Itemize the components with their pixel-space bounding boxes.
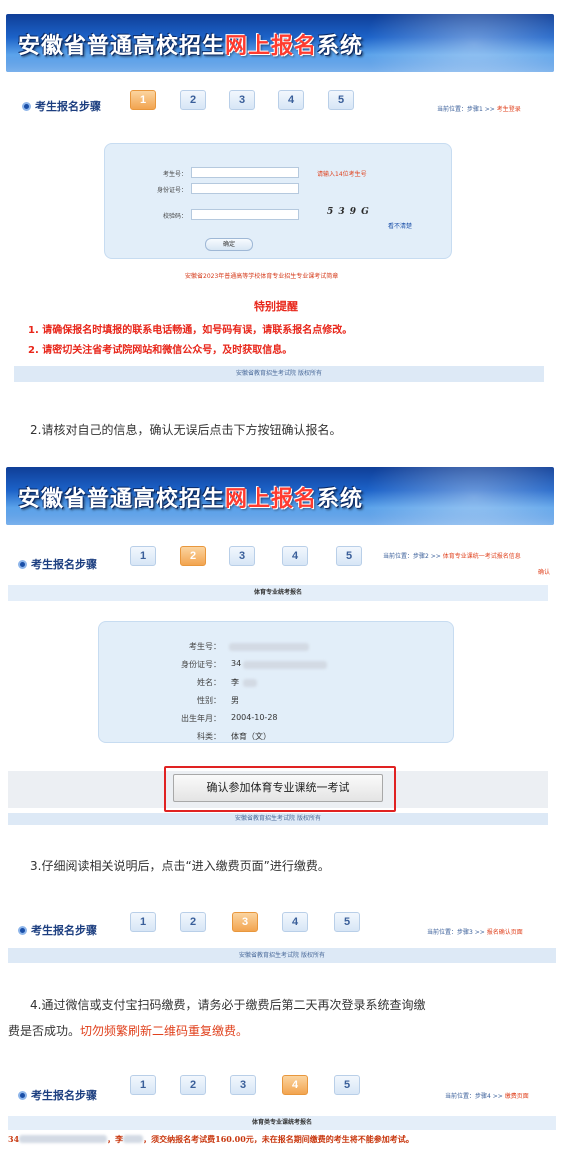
instruction-step-2: 2.请核对自己的信息，确认无误后点击下方按钮确认报名。	[30, 423, 342, 437]
exam-no-hint: 请输入14位考生号	[317, 171, 367, 178]
captcha-label: 校验码：	[162, 213, 187, 220]
instruction-step-3: 3.仔细阅读相关说明后，点击“进入缴费页面”进行缴费。	[30, 859, 330, 873]
bullet-icon	[18, 559, 27, 569]
redacted-name	[243, 679, 257, 687]
step-5-button[interactable]: 5	[328, 90, 354, 110]
id-label: 身份证号：	[156, 187, 187, 194]
info-id-value: 34	[231, 659, 242, 668]
steps-label-4: 考生报名步骤	[18, 1087, 97, 1103]
info-birth-value: 2004-10-28	[231, 713, 278, 722]
step-5-button-3[interactable]: 5	[334, 912, 360, 932]
step-2-button-4[interactable]: 2	[180, 1075, 206, 1095]
footer-copyright-2: 安徽省教育招生考试院 版权所有	[8, 813, 548, 825]
special-notice-line-1: 1. 请确保报名时填报的联系电话畅通，如号码有误，请联系报名点修改。	[28, 325, 353, 336]
step-2-button-3[interactable]: 2	[180, 912, 206, 932]
step-1-button-2[interactable]: 1	[130, 546, 156, 566]
redacted-exam-no	[229, 643, 309, 651]
step-3-button-2[interactable]: 3	[229, 546, 255, 566]
breadcrumb: 当前位置：步骤1 >> 考生登录	[437, 106, 521, 113]
breadcrumb-4: 当前位置：步骤4 >> 缴费页面	[445, 1093, 529, 1100]
exam-no-input[interactable]	[191, 167, 299, 178]
step-3-button-4[interactable]: 3	[230, 1075, 256, 1095]
info-category-label: 科类：	[197, 732, 221, 741]
info-id-label: 身份证号：	[181, 660, 221, 669]
step-1-button-4[interactable]: 1	[130, 1075, 156, 1095]
step-5-button-4[interactable]: 5	[334, 1075, 360, 1095]
footer-copyright: 安徽省教育招生考试院 版权所有	[14, 366, 544, 382]
login-card: 考生号： 请输入14位考生号 身份证号： 校验码： 5 3 9 G 看不清楚 确…	[104, 143, 452, 259]
step-2-button[interactable]: 2	[180, 90, 206, 110]
exam-notice-link[interactable]: 安徽省2023年普通高等学校体育专业招生专业课考试简章	[185, 271, 338, 280]
special-notice-title: 特别提醒	[254, 300, 298, 313]
redacted-id	[243, 661, 327, 669]
step-3-button[interactable]: 3	[229, 90, 255, 110]
redacted-exam-no-4	[19, 1135, 108, 1143]
info-name-label: 姓名：	[197, 678, 221, 687]
section-title-bar-4: 体育类专业课统考报名	[8, 1116, 556, 1130]
info-gender-value: 男	[231, 696, 239, 705]
exam-no-label: 考生号：	[162, 171, 187, 178]
info-category-value: 体育（文）	[231, 732, 271, 741]
bullet-icon	[22, 101, 31, 111]
step-4-button[interactable]: 4	[278, 90, 304, 110]
info-gender-label: 性别：	[197, 696, 221, 705]
banner-title: 安徽省普通高校招生网上报名系统	[18, 34, 364, 59]
footer-copyright-3: 安徽省教育招生考试院 版权所有	[8, 948, 556, 963]
breadcrumb-2: 当前位置：步骤2 >> 体育专业课统一考试报名信息	[383, 553, 521, 560]
step-3-button-3[interactable]: 3	[232, 912, 258, 932]
captcha-image[interactable]: 5 3 9 G	[327, 207, 370, 217]
step-4-button-4[interactable]: 4	[282, 1075, 308, 1095]
special-notice-line-2: 2. 请密切关注省考试院网站和微信公众号，及时获取信息。	[28, 345, 293, 356]
payment-notice: 34 ，李 ，须交纳报名考试费160.00元，未在报名期间缴费的考生将不能参加考试。	[8, 1134, 414, 1144]
login-confirm-button[interactable]: 确定	[205, 238, 253, 251]
info-name-value: 李	[231, 678, 239, 687]
redacted-name-4	[123, 1135, 144, 1143]
info-card: 考生号： 身份证号： 34 姓名： 李 性别： 男 出生年月： 2004-10-…	[98, 621, 454, 743]
highlight-frame	[164, 766, 396, 812]
step-4-button-3[interactable]: 4	[282, 912, 308, 932]
info-exam-no-label: 考生号：	[189, 642, 221, 651]
captcha-input[interactable]	[191, 209, 299, 220]
breadcrumb-3: 当前位置：步骤3 >> 报名确认页面	[427, 929, 523, 936]
instruction-step-4-line-1: 4.通过微信或支付宝扫码缴费，请务必于缴费后第二天再次登录系统查询缴	[30, 998, 426, 1012]
banner-title-2: 安徽省普通高校招生网上报名系统	[18, 487, 364, 512]
system-banner: 安徽省普通高校招生网上报名系统	[6, 14, 554, 72]
steps-label-3: 考生报名步骤	[18, 922, 97, 938]
steps-label-2: 考生报名步骤	[18, 556, 97, 572]
breadcrumb-2-tail: 确认	[538, 569, 551, 576]
step-4-button-2[interactable]: 4	[282, 546, 308, 566]
section-title-bar: 体育专业统考报名	[8, 585, 548, 601]
id-input[interactable]	[191, 183, 299, 194]
step-2-button-2[interactable]: 2	[180, 546, 206, 566]
step-1-button[interactable]: 1	[130, 90, 156, 110]
step-1-button-3[interactable]: 1	[130, 912, 156, 932]
refresh-captcha-link[interactable]: 看不清楚	[388, 221, 412, 230]
bullet-icon	[18, 1090, 27, 1100]
step-5-button-2[interactable]: 5	[336, 546, 362, 566]
bullet-icon	[18, 925, 27, 935]
steps-label: 考生报名步骤	[22, 98, 101, 114]
system-banner-2: 安徽省普通高校招生网上报名系统	[6, 467, 554, 525]
info-birth-label: 出生年月：	[181, 714, 221, 723]
instruction-step-4-line-2: 费是否成功。切勿频繁刷新二维码重复缴费。	[8, 1024, 249, 1038]
